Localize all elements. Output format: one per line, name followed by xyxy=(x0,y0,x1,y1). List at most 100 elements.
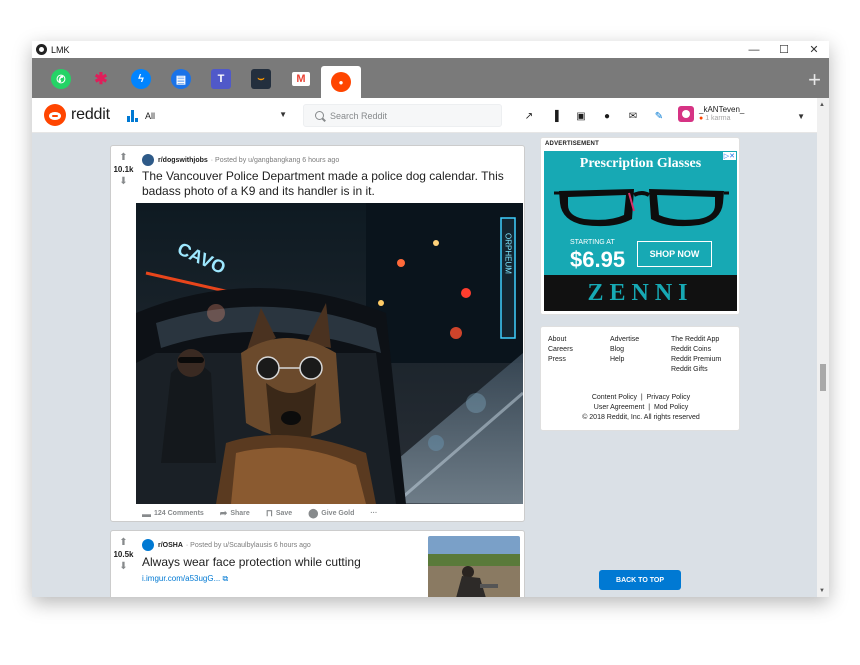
save-label: Save xyxy=(275,510,293,517)
add-tab-button[interactable]: + xyxy=(808,67,821,93)
ad-brand-logo: ZENNI xyxy=(544,275,737,311)
tab-amazon[interactable]: ⌣ xyxy=(244,64,278,94)
footer-link-reddit-gifts[interactable]: Reddit Gifts xyxy=(671,365,721,375)
post-image[interactable]: ORPHEUM CAVO xyxy=(136,203,523,504)
post-meta: r/OSHA · Posted by u/Scaulbylausis 6 hou… xyxy=(142,539,311,551)
footer-link-about[interactable]: About xyxy=(548,335,573,345)
link-text: i.imgur.com/a53ugG... xyxy=(142,574,221,583)
tab-gmail[interactable]: M xyxy=(284,64,318,94)
glasses-image xyxy=(554,189,729,227)
footer-link-careers[interactable]: Careers xyxy=(548,345,573,355)
post-meta: r/dogswithjobs · Posted by u/gangbangkan… xyxy=(142,154,339,166)
post-card[interactable]: ⬆ 10.5k ⬇ r/OSHA · Posted by u/Scaulbyla… xyxy=(110,530,525,597)
close-button[interactable]: ✕ xyxy=(799,41,829,58)
footer-link-reddit-coins[interactable]: Reddit Coins xyxy=(671,345,721,355)
more-options-button[interactable]: ··· xyxy=(370,510,377,517)
bookmark-icon: ⊓ xyxy=(265,508,273,518)
app-logo-icon xyxy=(36,44,47,55)
subreddit-link[interactable]: r/dogswithjobs xyxy=(158,157,208,164)
tab-teams[interactable]: T xyxy=(204,64,238,94)
upvote-icon[interactable]: ⬆ xyxy=(119,537,127,549)
advertisement-card[interactable]: ADVERTISEMENT ▷✕ Prescription Glasses ST… xyxy=(540,137,740,315)
post-thumbnail[interactable] xyxy=(428,536,520,597)
footer-link-reddit-app[interactable]: The Reddit App xyxy=(671,335,721,345)
subreddit-link[interactable]: r/OSHA xyxy=(158,542,183,549)
reddit-header: reddit All ▼ Search Reddit ↗ ▐ ▣ ● ✉ ✎ _… xyxy=(32,98,829,133)
comments-label: 124 Comments xyxy=(154,510,204,517)
scrollbar-thumb[interactable] xyxy=(820,364,826,391)
stats-icon[interactable]: ▐ xyxy=(544,109,566,123)
bar-chart-icon xyxy=(127,110,139,122)
ad-title: Prescription Glasses xyxy=(579,156,702,171)
avatar xyxy=(678,105,694,122)
scroll-down-icon[interactable]: ▼ xyxy=(819,588,825,594)
footer-link-advertise[interactable]: Advertise xyxy=(610,335,639,345)
save-button[interactable]: ⊓ Save xyxy=(266,508,300,519)
chevron-down-icon: ▼ xyxy=(279,110,287,119)
scroll-up-icon[interactable]: ▲ xyxy=(819,102,825,108)
search-input[interactable]: Search Reddit xyxy=(303,104,502,127)
pencil-icon[interactable]: ✎ xyxy=(648,109,670,123)
service-tab-bar: ✆ ✱ ϟ ▤ T ⌣ M ● + xyxy=(32,58,829,98)
footer-column: Advertise Blog Help xyxy=(610,335,639,365)
comments-button[interactable]: ▬ 124 Comments xyxy=(142,509,212,519)
reddit-icon: ● xyxy=(331,72,351,92)
footer-column: The Reddit App Reddit Coins Reddit Premi… xyxy=(671,335,721,375)
tab-reddit[interactable]: ● xyxy=(321,66,361,98)
video-icon[interactable]: ▣ xyxy=(570,109,592,123)
post-score: 10.1k xyxy=(113,165,134,174)
downvote-icon[interactable]: ⬇ xyxy=(119,176,127,188)
posted-by: · Posted by u/gangbangkang 6 hours ago xyxy=(210,156,340,164)
karma-label: 1 karma xyxy=(705,115,731,122)
header-action-icons: ↗ ▐ ▣ ● ✉ ✎ xyxy=(518,109,674,123)
search-placeholder: Search Reddit xyxy=(330,110,388,121)
reddit-home-link[interactable]: reddit xyxy=(44,104,110,126)
mail-icon[interactable]: ✉ xyxy=(622,109,644,123)
user-menu[interactable]: _kANTeven_ ● 1 karma xyxy=(678,105,744,122)
gold-icon: ⬤ xyxy=(308,508,319,518)
footer-links-card: About Careers Press Advertise Blog Help … xyxy=(540,326,740,431)
page-scrollbar[interactable]: ▲ ▼ xyxy=(817,98,829,597)
app-window: LMK — ☐ ✕ ✆ ✱ ϟ ▤ T ⌣ M ● + reddit All ▼… xyxy=(32,41,829,597)
share-button[interactable]: ➦ Share xyxy=(220,508,258,519)
tab-whatsapp[interactable]: ✆ xyxy=(44,64,78,94)
minimize-button[interactable]: — xyxy=(739,41,769,58)
give-gold-button[interactable]: ⬤ Give Gold xyxy=(308,508,362,519)
footer-link-blog[interactable]: Blog xyxy=(610,345,639,355)
karma-dot-icon: ● xyxy=(699,115,704,122)
downvote-icon[interactable]: ⬇ xyxy=(119,561,127,573)
chat-bubble-icon[interactable]: ● xyxy=(596,109,618,123)
footer-policy-links[interactable]: Content Policy | Privacy Policy xyxy=(541,393,741,403)
footer-agreement-links[interactable]: User Agreement | Mod Policy xyxy=(541,403,741,413)
give-gold-label: Give Gold xyxy=(321,510,355,517)
trending-icon[interactable]: ↗ xyxy=(518,109,540,123)
ad-banner[interactable]: ▷✕ Prescription Glasses STARTING AT $6.9… xyxy=(544,151,737,311)
external-link-icon: ⧉ xyxy=(222,574,229,583)
ad-starting-at: STARTING AT xyxy=(570,239,615,246)
feed-selector[interactable]: All ▼ xyxy=(127,107,287,125)
upvote-icon[interactable]: ⬆ xyxy=(119,152,127,164)
ad-price: $6.95 xyxy=(570,247,626,272)
slack-icon: ✱ xyxy=(94,71,108,88)
maximize-button[interactable]: ☐ xyxy=(769,41,799,58)
tab-messenger[interactable]: ϟ xyxy=(124,64,158,94)
ad-label: ADVERTISEMENT xyxy=(545,141,599,147)
post-actions: ▬ 124 Comments ➦ Share ⊓ Save ⬤ Give Gold ··… xyxy=(142,508,385,519)
shop-now-button[interactable]: SHOP NOW xyxy=(637,241,712,267)
user-info: _kANTeven_ ● 1 karma xyxy=(699,105,744,122)
footer-link-reddit-premium[interactable]: Reddit Premium xyxy=(671,355,721,365)
external-link[interactable]: i.imgur.com/a53ugG... ⧉ xyxy=(142,574,228,584)
post-card[interactable]: ⬆ 10.1k ⬇ r/dogswithjobs · Posted by u/g… xyxy=(110,145,525,522)
vote-column: ⬆ 10.5k ⬇ xyxy=(111,531,136,573)
subreddit-icon xyxy=(142,154,154,166)
user-menu-chevron-icon[interactable]: ▼ xyxy=(797,112,805,121)
footer-link-press[interactable]: Press xyxy=(548,355,573,365)
tab-chat[interactable]: ▤ xyxy=(164,64,198,94)
post-title[interactable]: Always wear face protection while cuttin… xyxy=(142,555,422,570)
vote-column: ⬆ 10.1k ⬇ xyxy=(111,146,136,188)
post-title[interactable]: The Vancouver Police Department made a p… xyxy=(142,169,512,199)
back-to-top-button[interactable]: BACK TO TOP xyxy=(599,570,681,590)
snoo-logo-icon xyxy=(44,104,66,126)
tab-slack[interactable]: ✱ xyxy=(84,64,118,94)
footer-link-help[interactable]: Help xyxy=(610,355,639,365)
